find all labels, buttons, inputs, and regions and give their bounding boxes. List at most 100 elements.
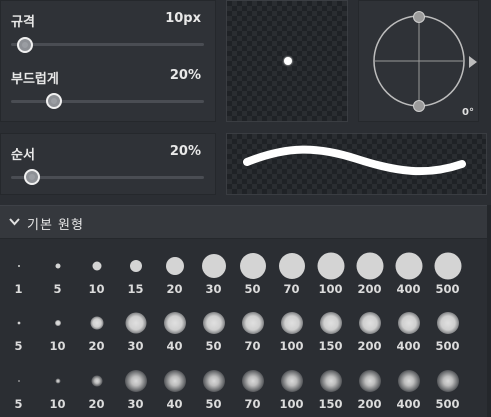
basic-round-section-header[interactable]: 기본 원형 bbox=[0, 205, 487, 239]
brush-preset[interactable]: 10 bbox=[77, 240, 116, 298]
brush-preset[interactable]: 40 bbox=[155, 297, 194, 355]
brush-preset[interactable]: 20 bbox=[77, 297, 116, 355]
brush-preset[interactable]: 200 bbox=[350, 240, 389, 298]
brush-preset-grid: 1 5 10 15 20 30 50 70 100 200 400 500 5 10 20 30 40 50 70 1… bbox=[0, 240, 487, 417]
brush-preset-thumbnail bbox=[280, 312, 303, 334]
brush-preset[interactable]: 20 bbox=[155, 240, 194, 298]
size-slider-thumb[interactable] bbox=[17, 37, 33, 53]
brush-preset[interactable]: 400 bbox=[389, 297, 428, 355]
brush-preset-label: 200 bbox=[357, 282, 382, 296]
brush-preset-label: 500 bbox=[435, 339, 460, 353]
brush-preset[interactable]: 200 bbox=[350, 355, 389, 413]
brush-settings-panel: 규격 10px 부드럽게 20% 0° 순서 20% 기본 원형 1 5 10 … bbox=[0, 0, 491, 417]
brush-preset[interactable]: 40 bbox=[155, 355, 194, 413]
brush-preset[interactable]: 30 bbox=[116, 355, 155, 413]
brush-preset-thumbnail bbox=[55, 378, 60, 384]
brush-preset-label: 30 bbox=[127, 339, 144, 353]
brush-preset[interactable]: 50 bbox=[194, 297, 233, 355]
brush-preset-label: 40 bbox=[166, 397, 183, 411]
brush-preset-label: 10 bbox=[88, 282, 105, 296]
softness-slider-track[interactable] bbox=[11, 100, 204, 103]
brush-preset-thumbnail bbox=[434, 252, 461, 280]
softness-slider-thumb[interactable] bbox=[46, 93, 62, 109]
brush-preset-label: 100 bbox=[279, 339, 304, 353]
brush-preset-label: 50 bbox=[244, 282, 261, 296]
brush-preset-thumbnail bbox=[356, 252, 383, 280]
size-slider-track[interactable] bbox=[11, 43, 204, 46]
brush-preset-thumbnail bbox=[201, 254, 226, 278]
brush-preset-label: 50 bbox=[205, 397, 222, 411]
brush-preset[interactable]: 20 bbox=[77, 355, 116, 413]
brush-preset[interactable]: 10 bbox=[38, 355, 77, 413]
size-label: 규격 bbox=[11, 15, 35, 30]
brush-preset-thumbnail bbox=[317, 252, 344, 280]
angle-dial[interactable] bbox=[359, 1, 480, 123]
brush-preset-thumbnail bbox=[241, 370, 264, 392]
size-slider-block: 규격 10px bbox=[0, 0, 214, 60]
brush-preset[interactable]: 70 bbox=[233, 355, 272, 413]
scrollbar[interactable] bbox=[487, 205, 491, 417]
stroke-preview bbox=[226, 133, 487, 195]
brush-preset[interactable]: 70 bbox=[272, 240, 311, 298]
brush-preset[interactable]: 70 bbox=[233, 297, 272, 355]
brush-preset-thumbnail bbox=[397, 370, 420, 392]
section-title: 기본 원형 bbox=[27, 218, 84, 233]
brush-preset-thumbnail bbox=[202, 312, 225, 334]
spacing-value: 20% bbox=[169, 144, 201, 159]
spacing-slider-block: 순서 20% bbox=[0, 133, 214, 195]
brush-preset-label: 10 bbox=[49, 397, 66, 411]
brush-preset[interactable]: 150 bbox=[311, 355, 350, 413]
chevron-down-icon bbox=[9, 218, 20, 226]
brush-preset-thumbnail bbox=[202, 370, 225, 392]
brush-preset-thumbnail bbox=[358, 370, 381, 392]
brush-preset[interactable]: 100 bbox=[272, 355, 311, 413]
brush-preset-thumbnail bbox=[395, 252, 422, 280]
brush-preset[interactable]: 100 bbox=[272, 297, 311, 355]
brush-preset[interactable]: 10 bbox=[38, 297, 77, 355]
brush-preset[interactable]: 200 bbox=[350, 297, 389, 355]
brush-preset[interactable]: 500 bbox=[428, 297, 467, 355]
spacing-slider-thumb[interactable] bbox=[24, 169, 40, 185]
brush-preset[interactable]: 5 bbox=[0, 355, 38, 413]
brush-preset-thumbnail bbox=[436, 312, 459, 334]
brush-preset-thumbnail bbox=[239, 253, 266, 279]
stroke-preview-curve bbox=[243, 145, 466, 176]
brush-preset[interactable]: 30 bbox=[194, 240, 233, 298]
brush-preset-thumbnail bbox=[91, 375, 102, 387]
brush-preset-label: 30 bbox=[205, 282, 222, 296]
brush-preset[interactable]: 5 bbox=[38, 240, 77, 298]
brush-preset-label: 400 bbox=[396, 339, 421, 353]
brush-preset[interactable]: 15 bbox=[116, 240, 155, 298]
brush-preset-thumbnail bbox=[278, 253, 305, 279]
brush-preset[interactable]: 1 bbox=[0, 240, 38, 298]
brush-preset-label: 5 bbox=[53, 282, 62, 296]
brush-preset[interactable]: 50 bbox=[194, 355, 233, 413]
brush-preset[interactable]: 400 bbox=[389, 355, 428, 413]
brush-preset-thumbnail bbox=[125, 312, 146, 334]
brush-tip-dot bbox=[284, 57, 292, 65]
brush-preset-label: 1 bbox=[14, 282, 23, 296]
brush-preset-thumbnail bbox=[358, 312, 381, 334]
brush-preset-label: 200 bbox=[357, 339, 382, 353]
brush-preset-label: 15 bbox=[127, 282, 144, 296]
brush-preset[interactable]: 100 bbox=[311, 240, 350, 298]
brush-preset-thumbnail bbox=[17, 265, 20, 267]
brush-preset-thumbnail bbox=[90, 316, 103, 330]
brush-preset-label: 20 bbox=[166, 282, 183, 296]
brush-preset-thumbnail bbox=[319, 312, 342, 334]
angle-control-panel: 0° bbox=[358, 0, 479, 122]
size-value: 10px bbox=[165, 11, 201, 26]
brush-preset[interactable]: 5 bbox=[0, 297, 38, 355]
brush-preset-thumbnail bbox=[54, 320, 61, 326]
brush-preset-thumbnail bbox=[17, 380, 20, 382]
brush-preset-label: 500 bbox=[435, 282, 460, 296]
brush-preset[interactable]: 150 bbox=[311, 297, 350, 355]
brush-preset[interactable]: 400 bbox=[389, 240, 428, 298]
brush-preset[interactable]: 500 bbox=[428, 355, 467, 413]
brush-preset[interactable]: 50 bbox=[233, 240, 272, 298]
brush-preset-thumbnail bbox=[163, 312, 186, 334]
brush-preset-label: 50 bbox=[205, 339, 222, 353]
brush-preset-thumbnail bbox=[55, 263, 60, 269]
brush-preset[interactable]: 500 bbox=[428, 240, 467, 298]
brush-preset[interactable]: 30 bbox=[116, 297, 155, 355]
